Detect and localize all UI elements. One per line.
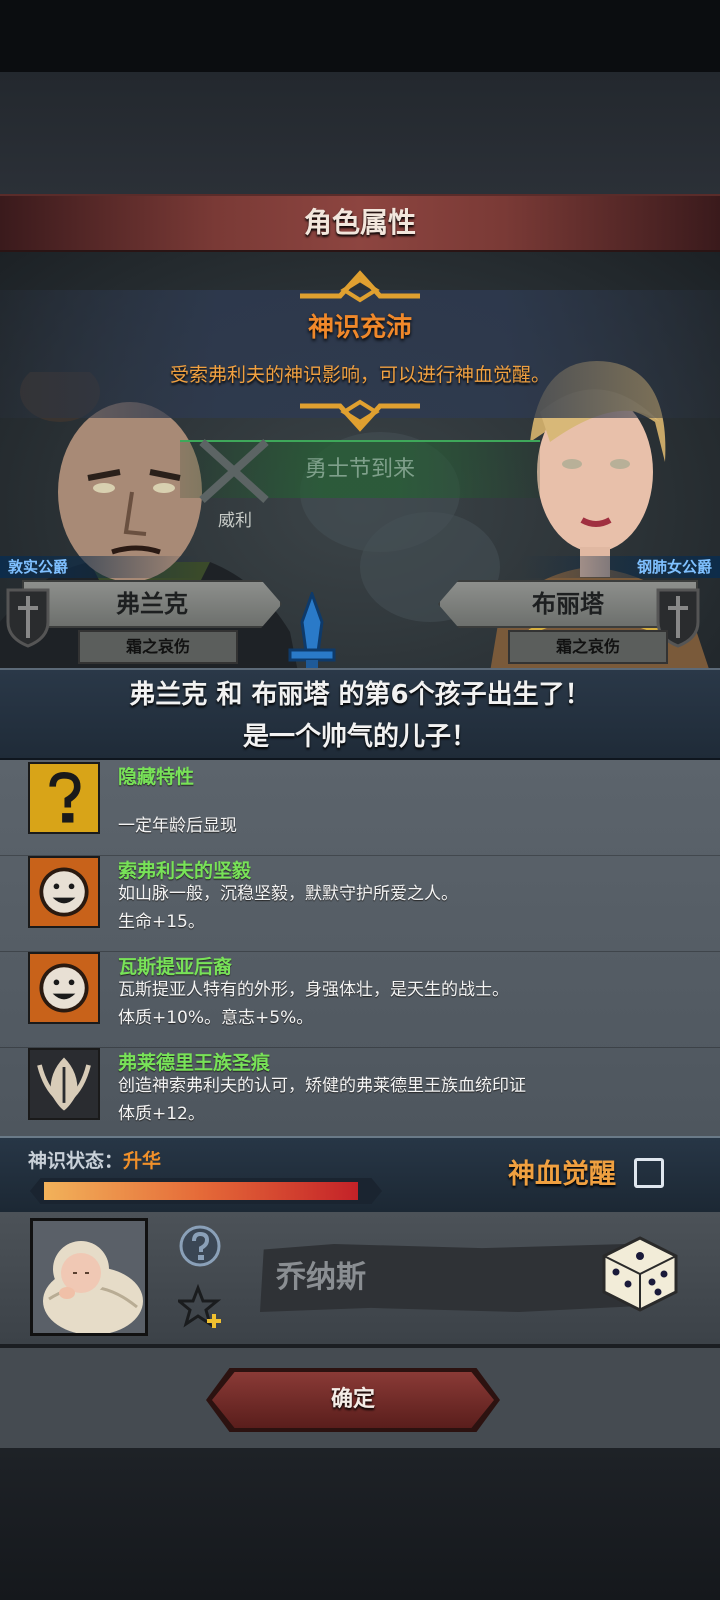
birth-announcement: 弗兰克 和 布丽塔 的第6个孩子出生了！ 是一个帅气的儿子！ [0, 668, 720, 760]
holiday-label: 勇士节到来 [304, 457, 415, 482]
trait-list[interactable]: 隐藏特性 一定年龄后显现 索弗利夫的坚毅 如山脉一般，沉稳坚毅，默默守护所爱之人… [0, 760, 720, 1136]
smiley-icon [28, 856, 100, 928]
trait-effect: 体质+10%。意志+5%。 [118, 1008, 314, 1028]
crossed-swords-icon [199, 439, 269, 503]
dice-icon[interactable] [600, 1234, 680, 1314]
father-name: 弗兰克 [116, 590, 188, 618]
trait-name: 隐藏特性 [118, 766, 195, 788]
awaken-checkbox[interactable] [634, 1158, 664, 1188]
father-trait: 霜之哀伤 [125, 637, 190, 656]
sword-marker-icon [288, 592, 336, 676]
trait-item[interactable]: 弗莱德里王族圣痕 创造神索弗利夫的认可，矫健的弗莱德里王族血统印证 体质+12。 [0, 1048, 720, 1136]
mother-title: 钢肺女公爵 [520, 556, 720, 578]
trait-name: 弗莱德里王族圣痕 [118, 1052, 271, 1074]
baby-portrait [30, 1218, 148, 1336]
father-nameplate[interactable]: 弗兰克 [22, 580, 282, 628]
divine-progress-bar [30, 1178, 382, 1204]
trait-item[interactable]: 隐藏特性 一定年龄后显现 [0, 760, 720, 856]
child-name: 乔纳斯 [276, 1260, 366, 1295]
trait-effect: 体质+12。 [118, 1104, 205, 1124]
child-name-field[interactable]: 乔纳斯 [260, 1244, 630, 1312]
trait-name: 索弗利夫的坚毅 [118, 860, 252, 882]
birth-line-2: 是一个帅气的儿子！ [242, 722, 477, 752]
ornament-bottom-icon [300, 399, 420, 432]
backdrop [0, 72, 720, 194]
father-trait-plate: 霜之哀伤 [78, 630, 238, 664]
trait-item[interactable]: 索弗利夫的坚毅 如山脉一般，沉稳坚毅，默默守护所爱之人。 生命+15。 [0, 856, 720, 952]
divine-status-caption: 神识状态： [28, 1150, 124, 1172]
trait-description: 一定年龄后显现 [118, 816, 237, 836]
trait-description: 创造神索弗利夫的认可，矫健的弗莱德里王族血统印证 [118, 1076, 526, 1096]
backdrop [0, 1448, 720, 1600]
panel-header: 角色属性 [0, 194, 720, 252]
trait-name: 瓦斯提亚后裔 [118, 956, 233, 978]
location-label: 威利 [218, 511, 252, 531]
event-title: 神识充沛 [307, 313, 412, 343]
trait-description: 如山脉一般，沉稳坚毅，默默守护所爱之人。 [118, 884, 458, 904]
trait-item[interactable]: 瓦斯提亚后裔 瓦斯提亚人特有的外形，身强体壮，是天生的战士。 体质+10%。意志… [0, 952, 720, 1048]
trait-effect: 生命+15。 [118, 912, 205, 932]
child-info-row: 乔纳斯 [0, 1212, 720, 1348]
divine-status-panel: 神识状态：升华 神血觉醒 [0, 1136, 720, 1212]
smiley-icon [28, 952, 100, 1024]
father-shield-icon [6, 588, 50, 648]
divine-status-value: 升华 [123, 1150, 162, 1172]
status-bar-area [0, 0, 720, 72]
event-description: 受索弗利夫的神识影响，可以进行神血觉醒。 [169, 364, 550, 386]
mother-trait-plate: 霜之哀伤 [508, 630, 668, 664]
confirm-button[interactable]: 确定 [212, 1372, 494, 1428]
birth-line-1: 弗兰克 和 布丽塔 的第6个孩子出生了！ [129, 680, 591, 710]
divine-progress-fill [44, 1182, 358, 1200]
trait-description: 瓦斯提亚人特有的外形，身强体壮，是天生的战士。 [118, 980, 509, 1000]
question-mark-icon [28, 762, 100, 834]
help-icon[interactable] [178, 1224, 222, 1268]
ornament-top-icon [300, 270, 420, 303]
royal-crest-icon [28, 1048, 100, 1120]
page-title: 角色属性 [303, 206, 416, 239]
divine-status-label: 神识状态：升华 [28, 1146, 161, 1173]
father-title: 敦实公爵 [0, 556, 200, 578]
mother-trait: 霜之哀伤 [555, 637, 620, 656]
confirm-label: 确定 [330, 1387, 375, 1412]
awaken-label: 神血觉醒 [508, 1159, 616, 1190]
add-favorite-icon[interactable] [178, 1284, 224, 1330]
mother-name: 布丽塔 [532, 590, 604, 618]
